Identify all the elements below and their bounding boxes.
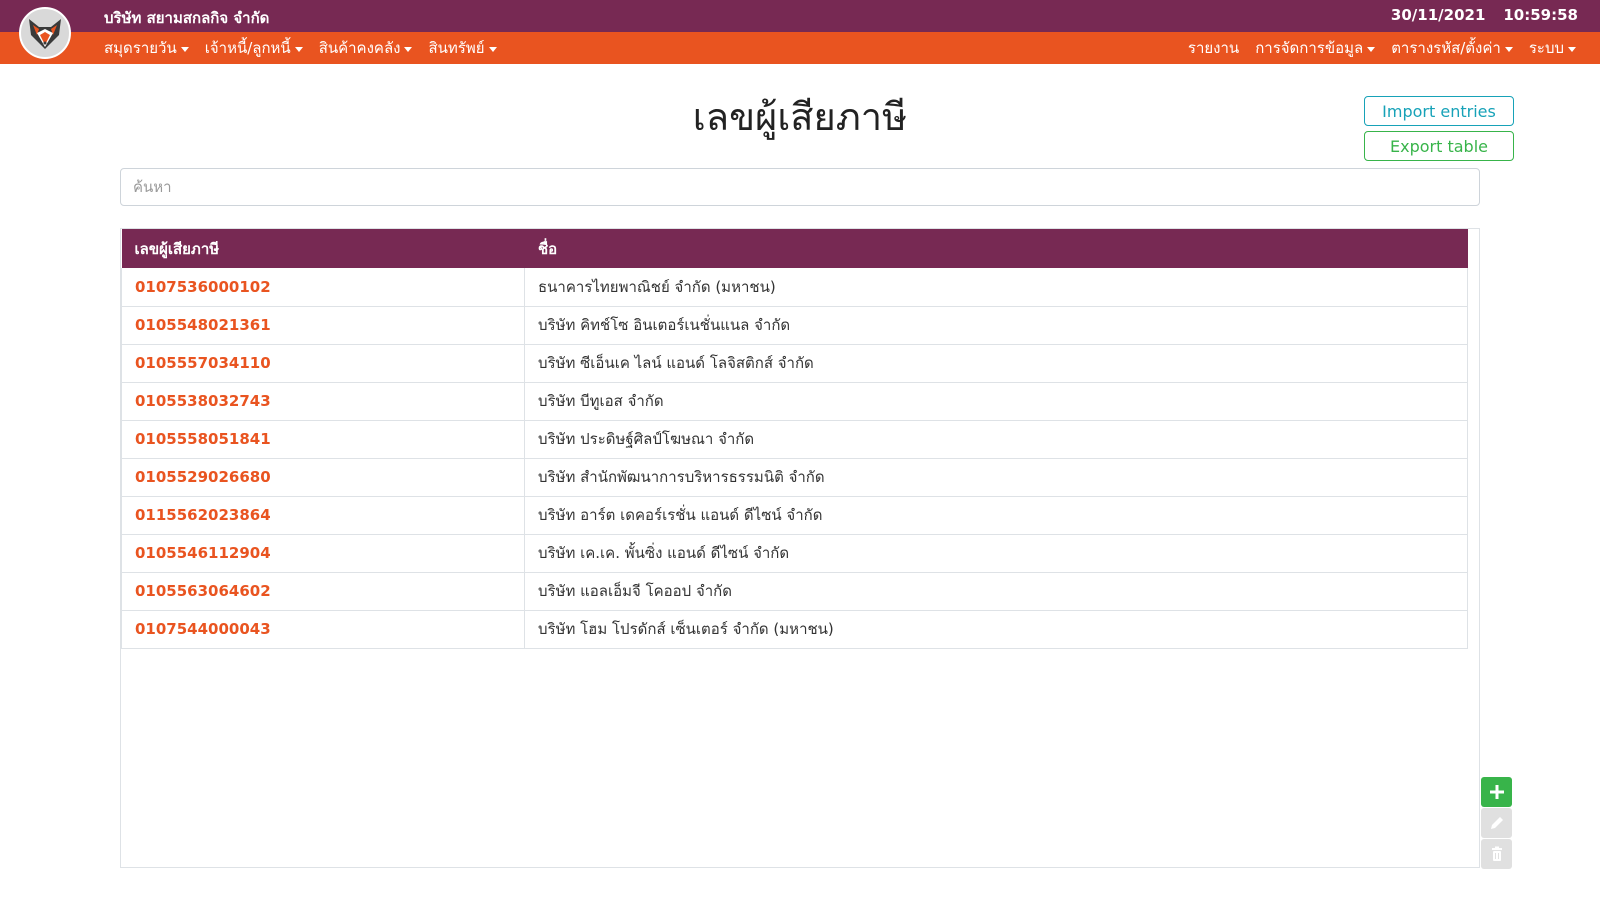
current-time: 10:59:58 bbox=[1503, 6, 1578, 24]
import-entries-button[interactable]: Import entries bbox=[1364, 96, 1514, 126]
nav-item-right-3[interactable]: ระบบ bbox=[1529, 36, 1576, 60]
nav-item-right-0[interactable]: รายงาน bbox=[1188, 36, 1239, 60]
nav-item-right-1[interactable]: การจัดการข้อมูล bbox=[1255, 36, 1376, 60]
nav-item-right-2[interactable]: ตารางรหัส/ตั้งค่า bbox=[1391, 36, 1513, 60]
table-row[interactable]: 0105548021361 บริษัท คิทช์โซ อินเตอร์เนชั… bbox=[121, 306, 1468, 344]
taxpayer-name-cell: ธนาคารไทยพาณิชย์ จำกัด (มหาชน) bbox=[524, 268, 1468, 306]
nav-item-left-2[interactable]: สินค้าคงคลัง bbox=[319, 36, 413, 60]
tax-id-link[interactable]: 0105558051841 bbox=[121, 420, 525, 458]
table-body: 0107536000102 ธนาคารไทยพาณิชย์ จำกัด (มหา… bbox=[121, 268, 1468, 648]
taxpayer-name-cell: บริษัท ประดิษฐ์ศิลป์โฆษณา จำกัด bbox=[524, 420, 1468, 458]
page-title: เลขผู้เสียภาษี bbox=[692, 95, 908, 139]
plus-icon bbox=[1489, 785, 1504, 799]
column-header-name[interactable]: ชื่อ bbox=[524, 229, 1468, 268]
datetime-display: 30/11/2021 10:59:58 bbox=[1391, 6, 1578, 24]
fox-logo-icon[interactable] bbox=[19, 7, 71, 59]
tax-id-link[interactable]: 0105563064602 bbox=[121, 572, 525, 610]
nav-item-label: ตารางรหัส/ตั้งค่า bbox=[1391, 39, 1501, 57]
tax-id-link[interactable]: 0105548021361 bbox=[121, 306, 525, 344]
trash-icon bbox=[1491, 846, 1502, 861]
nav-item-left-3[interactable]: สินทรัพย์ bbox=[428, 36, 497, 60]
taxpayer-name-cell: บริษัท คิทช์โซ อินเตอร์เนชั่นแนล จำกัด bbox=[524, 306, 1468, 344]
chevron-down-icon bbox=[180, 46, 189, 52]
tax-id-link[interactable]: 0105529026680 bbox=[121, 458, 525, 496]
table-row[interactable]: 0105538032743 บริษัท บีทูเอส จำกัด bbox=[121, 382, 1468, 420]
tax-id-link[interactable]: 0105557034110 bbox=[121, 344, 525, 382]
chevron-down-icon bbox=[404, 46, 413, 52]
chevron-down-icon bbox=[1568, 46, 1576, 52]
current-date: 30/11/2021 bbox=[1390, 6, 1486, 24]
table-row[interactable]: 0105563064602 บริษัท แอลเอ็มจี โคออป จำกั… bbox=[121, 572, 1468, 610]
nav-left-group: สมุดรายวัน เจ้าหนี้/ลูกหนี้ สินค้าคงคลัง สิ… bbox=[104, 32, 497, 64]
export-table-button[interactable]: Export table bbox=[1364, 131, 1514, 161]
nav-item-left-0[interactable]: สมุดรายวัน bbox=[104, 36, 189, 60]
taxpayer-table-container: เลขผู้เสียภาษี ชื่อ 0107536000102 ธนาคารไ… bbox=[120, 228, 1480, 868]
table-header-row: เลขผู้เสียภาษี ชื่อ bbox=[121, 229, 1468, 268]
edit-button[interactable] bbox=[1481, 808, 1512, 838]
chevron-down-icon bbox=[1367, 46, 1376, 52]
table-row[interactable]: 0105558051841 บริษัท ประดิษฐ์ศิลป์โฆษณา จ… bbox=[121, 420, 1468, 458]
taxpayer-table: เลขผู้เสียภาษี ชื่อ 0107536000102 ธนาคารไ… bbox=[121, 229, 1468, 649]
company-name: บริษัท สยามสกลกิจ จำกัด bbox=[104, 9, 270, 27]
tax-id-link[interactable]: 0105538032743 bbox=[121, 382, 525, 420]
nav-item-label: รายงาน bbox=[1187, 39, 1240, 57]
chevron-down-icon bbox=[1504, 46, 1513, 52]
delete-button[interactable] bbox=[1481, 839, 1512, 869]
nav-item-label: สินทรัพย์ bbox=[428, 39, 485, 57]
taxpayer-name-cell: บริษัท โฮม โปรดักส์ เซ็นเตอร์ จำกัด (มหา… bbox=[524, 610, 1468, 648]
chevron-down-icon bbox=[294, 46, 303, 52]
nav-item-label: เจ้าหนี้/ลูกหนี้ bbox=[204, 39, 291, 57]
nav-item-left-1[interactable]: เจ้าหนี้/ลูกหนี้ bbox=[205, 36, 303, 60]
top-header-bar: บริษัท สยามสกลกิจ จำกัด 30/11/2021 10:59… bbox=[0, 0, 1600, 32]
pencil-icon bbox=[1490, 817, 1503, 829]
search-input[interactable] bbox=[120, 168, 1480, 206]
nav-item-label: สมุดรายวัน bbox=[104, 39, 177, 57]
table-row[interactable]: 0105546112904 บริษัท เค.เค. พั้นซิ่ง แอนด… bbox=[121, 534, 1468, 572]
taxpayer-name-cell: บริษัท สำนักพัฒนาการบริหารธรรมนิติ จำกัด bbox=[524, 458, 1468, 496]
nav-item-label: สินค้าคงคลัง bbox=[318, 39, 401, 57]
taxpayer-name-cell: บริษัท เค.เค. พั้นซิ่ง แอนด์ ดีไซน์ จำกั… bbox=[524, 534, 1468, 572]
add-button[interactable] bbox=[1481, 777, 1512, 807]
taxpayer-name-cell: บริษัท ซีเอ็นเค ไลน์ แอนด์ โลจิสติกส์ จำ… bbox=[524, 344, 1468, 382]
table-row[interactable]: 0115562023864 บริษัท อาร์ต เดคอร์เรชั่น แ… bbox=[121, 496, 1468, 534]
column-header-tax-id[interactable]: เลขผู้เสียภาษี bbox=[121, 229, 525, 268]
nav-item-label: การจัดการข้อมูล bbox=[1255, 39, 1364, 57]
chevron-down-icon bbox=[488, 46, 497, 52]
table-row[interactable]: 0107536000102 ธนาคารไทยพาณิชย์ จำกัด (มหา… bbox=[121, 268, 1468, 306]
tax-id-link[interactable]: 0107544000043 bbox=[121, 610, 525, 648]
tax-id-link[interactable]: 0115562023864 bbox=[121, 496, 525, 534]
taxpayer-name-cell: บริษัท บีทูเอส จำกัด bbox=[524, 382, 1468, 420]
taxpayer-name-cell: บริษัท แอลเอ็มจี โคออป จำกัด bbox=[524, 572, 1468, 610]
tax-id-link[interactable]: 0105546112904 bbox=[121, 534, 525, 572]
table-row[interactable]: 0105557034110 บริษัท ซีเอ็นเค ไลน์ แอนด์ … bbox=[121, 344, 1468, 382]
table-row[interactable]: 0107544000043 บริษัท โฮม โปรดักส์ เซ็นเตอ… bbox=[121, 610, 1468, 648]
main-navbar: สมุดรายวัน เจ้าหนี้/ลูกหนี้ สินค้าคงคลัง สิ… bbox=[0, 32, 1600, 64]
nav-right-group: รายงาน การจัดการข้อมูล ตารางรหัส/ตั้งค่า ระ… bbox=[1188, 32, 1576, 64]
nav-item-label: ระบบ bbox=[1528, 39, 1564, 57]
tax-id-link[interactable]: 0107536000102 bbox=[121, 268, 525, 306]
taxpayer-name-cell: บริษัท อาร์ต เดคอร์เรชั่น แอนด์ ดีไซน์ จ… bbox=[524, 496, 1468, 534]
table-row[interactable]: 0105529026680 บริษัท สำนักพัฒนาการบริหารธ… bbox=[121, 458, 1468, 496]
